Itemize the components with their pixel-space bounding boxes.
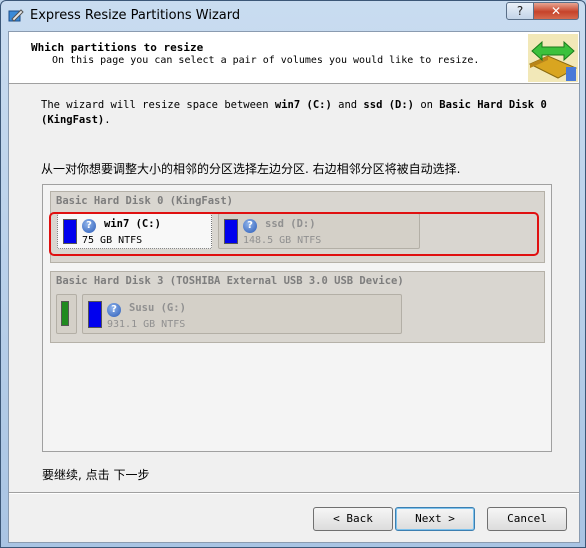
app-icon [8, 9, 24, 22]
disk-label: Basic Hard Disk 0 (KingFast) [56, 195, 234, 207]
title-bar[interactable]: Express Resize Partitions Wizard ? ✕ [1, 1, 585, 31]
partition-susu-g[interactable]: ? Susu (G:) 931.1 GB NTFS [82, 294, 402, 334]
help-button[interactable]: ? [506, 2, 534, 20]
partition-name: Susu (G:) [129, 302, 186, 314]
wizard-client-area: Which partitions to resize On this page … [8, 31, 580, 543]
page-title: Which partitions to resize [31, 41, 204, 54]
disk-label: Basic Hard Disk 3 (TOSHIBA External USB … [56, 275, 404, 287]
partition-usage-bar [63, 219, 77, 244]
footer-divider [9, 492, 579, 494]
question-icon: ? [82, 219, 96, 233]
page-subtitle: On this page you can select a pair of vo… [52, 55, 480, 66]
partition-system-reserved[interactable] [56, 294, 77, 334]
desc-text: The wizard will resize space between [41, 99, 275, 111]
back-button[interactable]: < Back [313, 507, 393, 531]
disk-3: Basic Hard Disk 3 (TOSHIBA External USB … [50, 271, 545, 343]
partition-ssd-d[interactable]: ? ssd (D:) 148.5 GB NTFS [218, 213, 420, 249]
resize-arrows-icon [528, 34, 578, 82]
partition-size: 148.5 GB NTFS [243, 235, 322, 246]
partition-name: win7 (C:) [104, 218, 161, 230]
wizard-window: Express Resize Partitions Wizard ? ✕ Whi… [0, 0, 586, 548]
partition-size: 75 GB NTFS [82, 235, 143, 246]
desc-volume-2: ssd (D:) [363, 99, 414, 111]
question-icon: ? [243, 219, 257, 233]
partition-name: ssd (D:) [265, 218, 316, 230]
desc-text: and [331, 99, 364, 111]
wizard-header: Which partitions to resize On this page … [9, 32, 579, 84]
partition-win7-c[interactable]: ? win7 (C:) 75 GB NTFS [57, 213, 212, 249]
window-title: Express Resize Partitions Wizard [30, 8, 241, 23]
partition-usage-bar [224, 219, 238, 244]
next-button[interactable]: Next > [395, 507, 475, 531]
wizard-description: The wizard will resize space between win… [41, 98, 551, 128]
disk-map-panel: Basic Hard Disk 0 (KingFast) ? win7 (C:)… [42, 184, 552, 452]
desc-volume-1: win7 (C:) [274, 99, 332, 111]
question-icon: ? [107, 303, 121, 317]
partition-usage-bar [88, 301, 102, 328]
partition-size: 931.1 GB NTFS [107, 319, 186, 330]
close-button[interactable]: ✕ [533, 2, 579, 20]
cancel-button[interactable]: Cancel [487, 507, 567, 531]
partition-usage-bar [61, 301, 69, 326]
desc-text: on [414, 99, 440, 111]
desc-text: . [104, 114, 111, 126]
continue-hint: 要继续, 点击 下一步 [42, 468, 150, 482]
instruction-text: 从一对你想要调整大小的相邻的分区选择左边分区. 右边相邻分区将被自动选择. [41, 162, 461, 176]
disk-0: Basic Hard Disk 0 (KingFast) ? win7 (C:)… [50, 191, 545, 263]
